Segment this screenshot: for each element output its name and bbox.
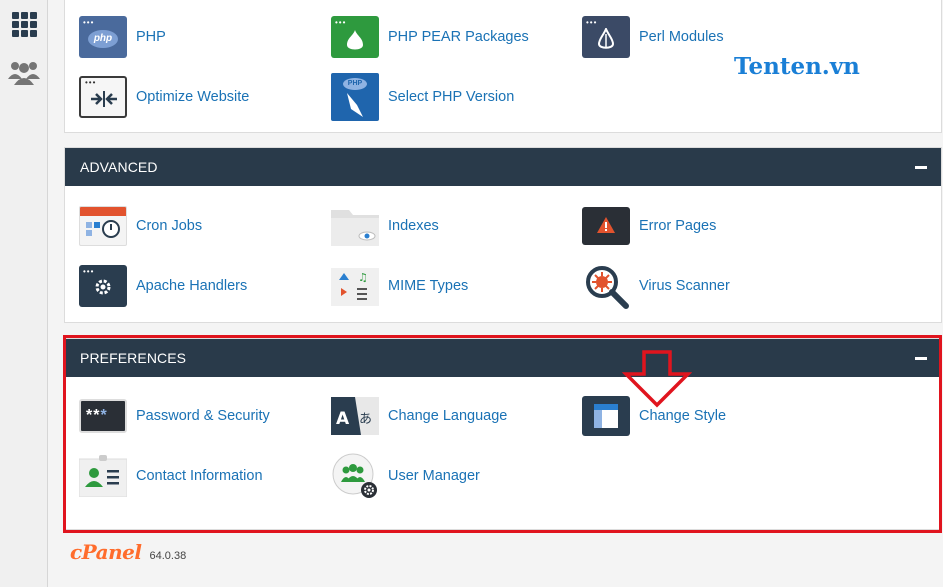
virus-scanner-icon xyxy=(582,263,630,309)
advanced-item-label: Error Pages xyxy=(639,218,717,234)
preferences-item-label: Change Language xyxy=(388,408,508,424)
advanced-item-cron-jobs[interactable]: Cron Jobs xyxy=(79,201,202,251)
pear-icon: ••• xyxy=(331,14,379,60)
grid-icon xyxy=(11,11,37,37)
collapse-icon[interactable] xyxy=(915,356,927,360)
svg-text:あ: あ xyxy=(359,412,372,427)
software-item-label: PHP PEAR Packages xyxy=(388,29,529,45)
footer: cPanel 64.0.38 xyxy=(70,540,186,564)
arrow-down-icon xyxy=(622,350,692,408)
software-item-label: PHP xyxy=(136,29,166,45)
panel-title: PREFERENCES xyxy=(80,350,187,366)
software-item-php[interactable]: ••• php PHP xyxy=(79,12,166,62)
perl-icon: ••• xyxy=(582,14,630,60)
version-text: 64.0.38 xyxy=(149,550,187,562)
sidebar xyxy=(0,0,48,587)
software-item-perl[interactable]: ••• Perl Modules xyxy=(582,12,724,62)
advanced-item-virus-scanner[interactable]: Virus Scanner xyxy=(582,261,730,311)
svg-text:♫: ♫ xyxy=(358,271,368,284)
preferences-panel-header[interactable]: PREFERENCES xyxy=(65,339,941,377)
software-item-label: Perl Modules xyxy=(639,29,724,45)
users-icon xyxy=(8,62,40,85)
preferences-item-password-security[interactable]: *** Password & Security xyxy=(79,391,270,441)
preferences-item-label: Password & Security xyxy=(136,408,270,424)
advanced-panel: ADVANCED Cron Jobs Indexes Error Pages •… xyxy=(64,147,942,323)
preferences-item-change-language[interactable]: Aあ Change Language xyxy=(331,391,507,441)
sidebar-home-button[interactable] xyxy=(6,6,42,42)
cron-icon xyxy=(79,203,127,249)
preferences-item-label: Contact Information xyxy=(136,468,263,484)
php-icon: ••• php xyxy=(79,14,127,60)
advanced-panel-header[interactable]: ADVANCED xyxy=(65,148,941,186)
software-item-optimize[interactable]: ••• Optimize Website xyxy=(79,72,249,122)
software-item-pear[interactable]: ••• PHP PEAR Packages xyxy=(331,12,529,62)
warning-icon xyxy=(582,203,630,249)
php-version-icon: PHP xyxy=(331,73,379,121)
contact-icon xyxy=(79,453,127,499)
user-manager-icon xyxy=(331,453,379,499)
preferences-panel: PREFERENCES *** Password & Security Aあ C… xyxy=(64,338,942,530)
svg-text:A: A xyxy=(336,409,350,429)
advanced-item-label: Virus Scanner xyxy=(639,278,730,294)
mime-icon: ♫ xyxy=(331,263,379,309)
advanced-item-label: Cron Jobs xyxy=(136,218,203,234)
advanced-item-mime-types[interactable]: ♫ MIME Types xyxy=(331,261,468,311)
advanced-item-label: MIME Types xyxy=(388,278,469,294)
software-item-label: Optimize Website xyxy=(136,89,250,105)
preferences-item-user-manager[interactable]: User Manager xyxy=(331,451,480,501)
language-icon: Aあ xyxy=(331,393,379,439)
sidebar-users-button[interactable] xyxy=(6,54,42,90)
gear-icon: ••• xyxy=(79,263,127,309)
collapse-icon[interactable] xyxy=(915,165,927,169)
password-icon: *** xyxy=(79,393,127,439)
advanced-item-indexes[interactable]: Indexes xyxy=(331,201,439,251)
panel-title: ADVANCED xyxy=(80,159,158,175)
software-item-label: Select PHP Version xyxy=(388,89,515,105)
preferences-item-label: Change Style xyxy=(639,408,727,424)
folder-eye-icon xyxy=(331,203,379,249)
advanced-item-apache-handlers[interactable]: ••• Apache Handlers xyxy=(79,261,247,311)
advanced-item-label: Apache Handlers xyxy=(136,278,248,294)
advanced-item-error-pages[interactable]: Error Pages xyxy=(582,201,716,251)
brand-watermark: Tenten.vn xyxy=(734,53,860,80)
preferences-item-label: User Manager xyxy=(388,468,480,484)
advanced-item-label: Indexes xyxy=(388,218,439,234)
optimize-icon: ••• xyxy=(79,74,127,120)
software-item-php-version[interactable]: PHP Select PHP Version xyxy=(331,72,514,122)
preferences-item-contact-information[interactable]: Contact Information xyxy=(79,451,263,501)
cpanel-logo[interactable]: cPanel xyxy=(70,540,142,564)
